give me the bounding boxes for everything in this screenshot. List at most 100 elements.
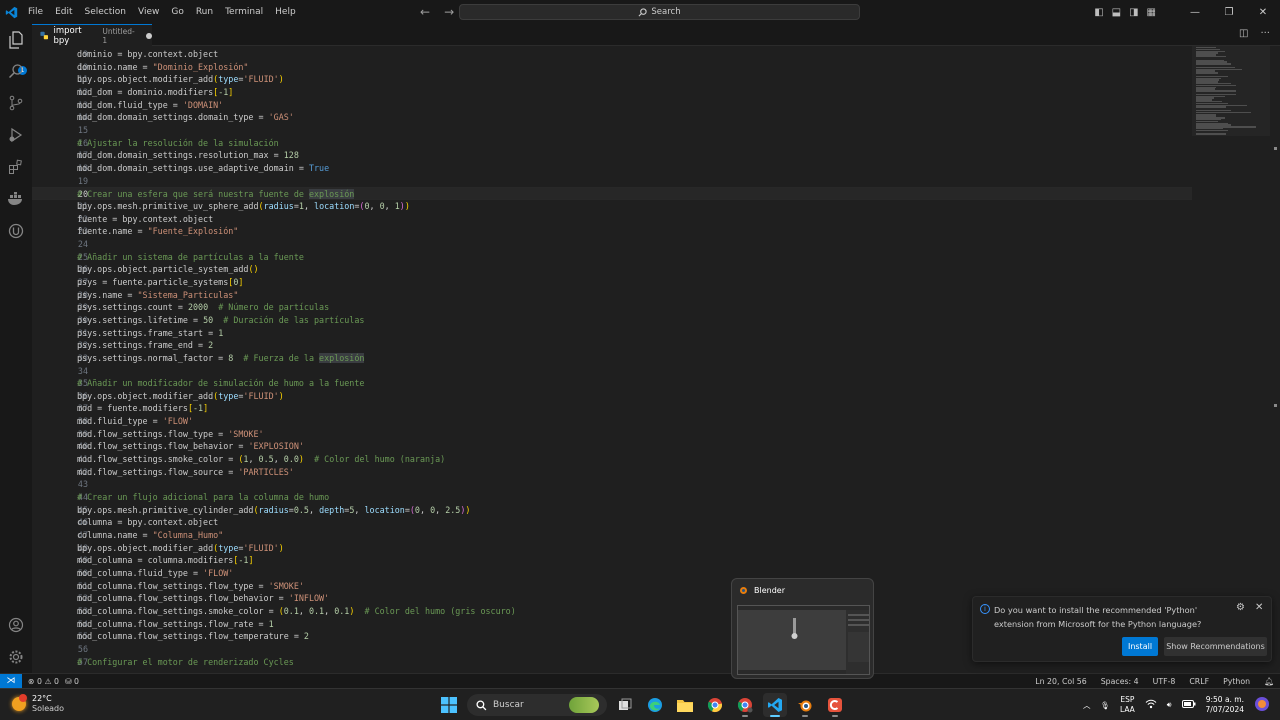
menu-terminal[interactable]: Terminal (219, 0, 269, 24)
run-debug-icon[interactable] (6, 125, 26, 145)
clock[interactable]: 9:50 a. m. 7/07/2024 (1206, 695, 1244, 715)
show-hidden-icons-chevron-icon[interactable]: ︿ (1083, 700, 1091, 711)
menu-view[interactable]: View (132, 0, 165, 24)
unsaved-dot-icon[interactable] (146, 32, 152, 39)
input-language[interactable]: ESP LAA (1120, 695, 1135, 715)
code-line[interactable]: 24 (32, 238, 1192, 251)
blender-window-preview[interactable]: Blender (731, 578, 874, 679)
code-editor[interactable]: 9 dominio = bpy.context.object 10 dominio.n… (32, 46, 1192, 673)
task-view-button[interactable] (613, 693, 637, 717)
explorer-icon[interactable] (6, 30, 26, 50)
restore-button[interactable]: ❐ (1212, 0, 1246, 24)
code-line[interactable]: 11 bpy.ops.object.modifier_add(type='FLUI… (32, 73, 1192, 86)
chrome-profile-app[interactable] (733, 693, 757, 717)
microphone-icon[interactable]: 🎙︎ (1100, 701, 1110, 710)
taskbar-search[interactable]: Buscar (467, 694, 607, 716)
code-line[interactable]: 41 mod.flow_settings.smoke_color = (1, 0.… (32, 453, 1192, 466)
code-line[interactable]: 10 dominio.name = "Dominio_Explosión" (32, 61, 1192, 74)
menu-edit[interactable]: Edit (49, 0, 78, 24)
code-line[interactable]: 34 (32, 365, 1192, 378)
command-center-search[interactable]: Search (459, 4, 860, 20)
code-line[interactable]: 17 mod_dom.domain_settings.resolution_max… (32, 149, 1192, 162)
customize-layout-icon[interactable]: ▦ (1147, 7, 1156, 18)
code-line[interactable]: 45 bpy.ops.mesh.primitive_cylinder_add(ra… (32, 504, 1192, 517)
search-view-icon[interactable] (6, 61, 26, 81)
code-line[interactable]: 23 fuente.name = "Fuente_Explosión" (32, 225, 1192, 238)
code-line[interactable]: 39 mod.flow_settings.flow_type = 'SMOKE' (32, 428, 1192, 441)
code-line[interactable]: 27 psys = fuente.particle_systems[0] (32, 276, 1192, 289)
docker-icon[interactable] (6, 189, 26, 209)
clipchamp-app[interactable] (823, 693, 847, 717)
menu-go[interactable]: Go (165, 0, 189, 24)
code-line[interactable]: 50 mod_columna.fluid_type = 'FLOW' (32, 567, 1192, 580)
menu-help[interactable]: Help (269, 0, 302, 24)
remote-explorer-icon[interactable] (6, 221, 26, 241)
code-line[interactable]: 33 psys.settings.normal_factor = 8 # Fuer… (32, 352, 1192, 365)
code-line[interactable]: 32 psys.settings.frame_end = 2 (32, 339, 1192, 352)
code-line[interactable]: 9 dominio = bpy.context.object (32, 48, 1192, 61)
menu-run[interactable]: Run (190, 0, 219, 24)
weather-widget[interactable]: 22°C Soleado (12, 694, 64, 714)
forward-arrow-icon[interactable]: → (444, 5, 454, 19)
wifi-icon[interactable] (1145, 699, 1157, 711)
chrome-app[interactable] (703, 693, 727, 717)
copilot-icon[interactable] (1254, 696, 1270, 714)
ports-indicator[interactable]: ⛁ 0 (65, 677, 79, 686)
code-line[interactable]: 19 (32, 175, 1192, 188)
code-line[interactable]: 49 mod_columna = columna.modifiers[-1] (32, 554, 1192, 567)
code-line[interactable]: 30 psys.settings.lifetime = 50 # Duración… (32, 314, 1192, 327)
menu-selection[interactable]: Selection (79, 0, 132, 24)
close-window-button[interactable]: ✕ (1246, 0, 1280, 24)
code-line[interactable]: 40 mod.flow_settings.flow_behavior = 'EXP… (32, 440, 1192, 453)
minimap[interactable] (1192, 46, 1270, 673)
back-arrow-icon[interactable]: ← (420, 5, 430, 19)
tab-import-bpy[interactable]: import bpy Untitled-1 (32, 24, 152, 46)
code-line[interactable]: 12 mod_dom = dominio.modifiers[-1] (32, 86, 1192, 99)
code-line[interactable]: 14 mod_dom.domain_settings.domain_type = … (32, 111, 1192, 124)
vertical-scrollbar[interactable] (1272, 46, 1280, 673)
code-line[interactable]: 37 mod = fuente.modifiers[-1] (32, 402, 1192, 415)
blender-app[interactable] (793, 693, 817, 717)
language-mode[interactable]: Python (1223, 677, 1250, 686)
problems-indicator[interactable]: ⊗ 0 ⚠ 0 (28, 677, 59, 686)
show-recommendations-button[interactable]: Show Recommendations (1164, 637, 1267, 656)
code-line[interactable]: 26 bpy.ops.object.particle_system_add() (32, 263, 1192, 276)
manage-gear-icon[interactable] (6, 647, 26, 667)
menu-file[interactable]: File (22, 0, 49, 24)
code-line[interactable]: 31 psys.settings.frame_start = 1 (32, 327, 1192, 340)
code-line[interactable]: 35 # Añadir un modificador de simulación … (32, 377, 1192, 390)
vscode-app[interactable] (763, 693, 787, 717)
indentation[interactable]: Spaces: 4 (1101, 677, 1139, 686)
toggle-primary-sidebar-icon[interactable]: ◧ (1094, 7, 1103, 18)
code-line[interactable]: 47 columna.name = "Columna_Humo" (32, 529, 1192, 542)
code-line[interactable]: 25 # Añadir un sistema de partículas a la… (32, 251, 1192, 264)
code-line[interactable]: 22 fuente = bpy.context.object (32, 213, 1192, 226)
notifications-bell-icon[interactable]: 🔔︎ (1264, 677, 1274, 686)
code-line[interactable]: 43 (32, 478, 1192, 491)
cursor-position[interactable]: Ln 20, Col 56 (1035, 677, 1086, 686)
code-line[interactable]: 36 bpy.ops.object.modifier_add(type='FLUI… (32, 390, 1192, 403)
end-of-line[interactable]: CRLF (1189, 677, 1209, 686)
code-line[interactable]: 51 mod_columna.flow_settings.flow_type = … (32, 580, 1192, 593)
code-line[interactable]: 20 # Crear una esfera que será nuestra fu… (32, 187, 1192, 200)
volume-icon[interactable]: 🔊︎ (1167, 700, 1172, 710)
code-line[interactable]: 13 mod_dom.fluid_type = 'DOMAIN' (32, 99, 1192, 112)
notification-close-icon[interactable]: ✕ (1255, 602, 1263, 613)
notification-settings-gear-icon[interactable]: ⚙ (1236, 602, 1245, 613)
code-line[interactable]: 15 (32, 124, 1192, 137)
code-line[interactable]: 16 # Ajustar la resolución de la simulaci… (32, 137, 1192, 150)
toggle-panel-icon[interactable]: ⬓ (1112, 7, 1121, 18)
remote-indicator-icon[interactable]: ⋊ (0, 673, 22, 689)
code-line[interactable]: 29 psys.settings.count = 2000 # Número de… (32, 301, 1192, 314)
code-line[interactable]: 28 psys.name = "Sistema_Particulas" (32, 289, 1192, 302)
install-button[interactable]: Install (1122, 637, 1158, 656)
encoding[interactable]: UTF-8 (1153, 677, 1176, 686)
source-control-icon[interactable] (6, 93, 26, 113)
edge-app[interactable] (643, 693, 667, 717)
code-line[interactable]: 48 bpy.ops.object.modifier_add(type='FLUI… (32, 542, 1192, 555)
minimize-button[interactable]: — (1178, 0, 1212, 24)
code-line[interactable]: 21 bpy.ops.mesh.primitive_uv_sphere_add(r… (32, 200, 1192, 213)
extensions-icon[interactable] (6, 157, 26, 177)
split-editor-icon[interactable]: ◫ (1239, 28, 1248, 39)
code-line[interactable]: 46 columna = bpy.context.object (32, 516, 1192, 529)
